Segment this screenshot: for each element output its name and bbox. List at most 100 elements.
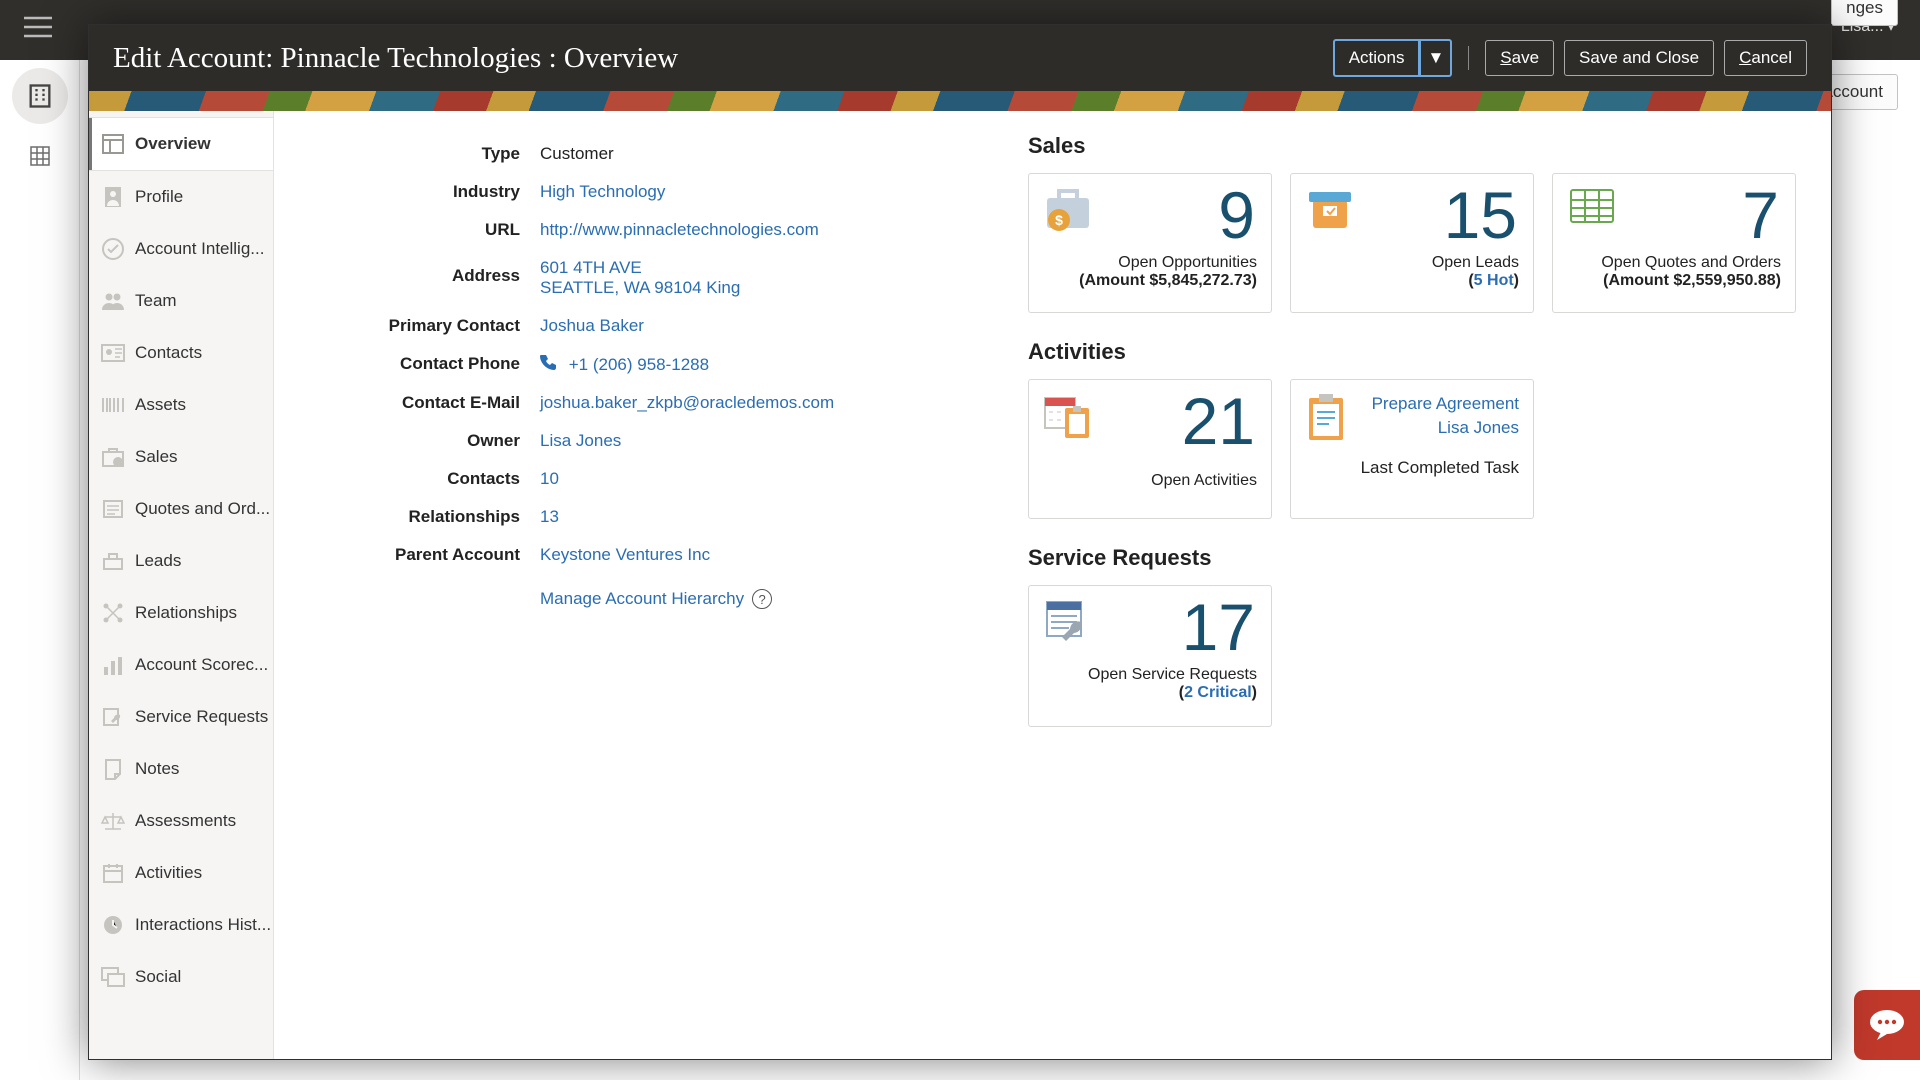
label-url: URL <box>280 220 540 240</box>
label-primary-contact: Primary Contact <box>280 316 540 336</box>
document-wrench-icon <box>1043 598 1093 646</box>
save-button[interactable]: Save <box>1485 40 1554 76</box>
bar-chart-icon <box>101 653 125 677</box>
modal-header: Edit Account: Pinnacle Technologies : Ov… <box>89 25 1831 91</box>
section-title-sales: Sales <box>1028 133 1803 159</box>
label-industry: Industry <box>280 182 540 202</box>
sidebar-item-quotes-orders[interactable]: Quotes and Ord... <box>89 483 273 535</box>
value-parent-account[interactable]: Keystone Ventures Inc <box>540 545 710 565</box>
card-open-leads[interactable]: 15 Open Leads (5 Hot) <box>1290 173 1534 313</box>
actions-caret[interactable]: ▼ <box>1419 39 1452 77</box>
actions-button[interactable]: Actions <box>1333 39 1421 77</box>
sidebar-item-label: Leads <box>135 551 181 571</box>
open-opps-caption: Open Opportunities <box>1043 254 1257 272</box>
label-contact-phone: Contact Phone <box>280 354 540 374</box>
contacts-icon <box>101 341 125 365</box>
sidebar-item-label: Overview <box>135 134 211 154</box>
open-opps-amount: (Amount $5,845,272.73) <box>1043 272 1257 290</box>
manage-hierarchy-link[interactable]: Manage Account Hierarchy <box>540 589 744 609</box>
sidebar-item-notes[interactable]: Notes <box>89 743 273 795</box>
label-relationships: Relationships <box>280 507 540 527</box>
hamburger-icon[interactable] <box>24 16 52 38</box>
sidebar-item-account-intelligence[interactable]: Account Intellig... <box>89 223 273 275</box>
sidebar-item-social[interactable]: Social <box>89 951 273 1003</box>
sidebar-item-relationships[interactable]: Relationships <box>89 587 273 639</box>
value-relationships[interactable]: 13 <box>540 507 559 527</box>
sidebar-item-label: Activities <box>135 863 202 883</box>
sidebar-item-label: Relationships <box>135 603 237 623</box>
chat-icon <box>101 965 125 989</box>
open-leads-hot: (5 Hot) <box>1305 272 1519 290</box>
cancel-button[interactable]: Cancel <box>1724 40 1807 76</box>
network-icon <box>101 601 125 625</box>
value-address[interactable]: 601 4TH AVE SEATTLE, WA 98104 King <box>540 258 740 298</box>
team-icon <box>101 289 125 313</box>
sidebar-item-team[interactable]: Team <box>89 275 273 327</box>
value-primary-contact[interactable]: Joshua Baker <box>540 316 644 336</box>
save-and-close-button[interactable]: Save and Close <box>1564 40 1714 76</box>
account-details: Type Customer Industry High Technology U… <box>280 129 980 1041</box>
document-lines-icon <box>101 497 125 521</box>
open-sr-critical: (2 Critical) <box>1043 684 1257 702</box>
address-line2: SEATTLE, WA 98104 King <box>540 278 740 298</box>
sidebar-item-service-requests[interactable]: Service Requests <box>89 691 273 743</box>
calendar-icon <box>101 861 125 885</box>
card-open-activities[interactable]: 21 Open Activities <box>1028 379 1272 519</box>
sidebar-item-label: Social <box>135 967 181 987</box>
card-open-quotes[interactable]: 7 Open Quotes and Orders (Amount $2,559,… <box>1552 173 1796 313</box>
last-task-label: Last Completed Task <box>1305 458 1519 478</box>
scales-icon <box>101 809 125 833</box>
sidebar-item-label: Service Requests <box>135 707 268 727</box>
value-industry[interactable]: High Technology <box>540 182 665 202</box>
calendar-clipboard-icon <box>1043 392 1093 440</box>
card-open-opportunities[interactable]: $ 9 Open Opportunities (Amount $5,845,27… <box>1028 173 1272 313</box>
open-activities-caption: Open Activities <box>1043 472 1257 490</box>
card-open-sr[interactable]: 17 Open Service Requests (2 Critical) <box>1028 585 1272 727</box>
sidebar-item-label: Assets <box>135 395 186 415</box>
sidebar-item-label: Quotes and Ord... <box>135 499 270 519</box>
sidebar-item-assets[interactable]: Assets <box>89 379 273 431</box>
chat-fab-icon[interactable] <box>1854 990 1920 1060</box>
overview-icon <box>101 132 125 156</box>
help-icon[interactable]: ? <box>752 589 772 609</box>
sidebar-item-contacts[interactable]: Contacts <box>89 327 273 379</box>
value-contact-phone[interactable]: +1 (206) 958-1288 <box>569 355 709 374</box>
barcode-icon <box>101 393 125 417</box>
sidebar-item-label: Account Scorec... <box>135 655 268 675</box>
sidebar-item-assessments[interactable]: Assessments <box>89 795 273 847</box>
phone-icon[interactable] <box>540 355 561 374</box>
label-parent-account: Parent Account <box>280 545 540 565</box>
sidebar-item-interactions-history[interactable]: Interactions Hist... <box>89 899 273 951</box>
sidebar-item-account-scorecard[interactable]: Account Scorec... <box>89 639 273 691</box>
sidebar-item-profile[interactable]: Profile <box>89 171 273 223</box>
bg-nges-button[interactable]: nges <box>1831 0 1898 26</box>
sidebar-item-label: Sales <box>135 447 178 467</box>
value-url[interactable]: http://www.pinnacletechnologies.com <box>540 220 819 240</box>
card-last-completed-task[interactable]: Prepare Agreement Lisa Jones Last Comple… <box>1290 379 1534 519</box>
value-contact-email[interactable]: joshua.baker_zkpb@oracledemos.com <box>540 393 834 413</box>
label-contact-email: Contact E-Mail <box>280 393 540 413</box>
wrench-doc-icon <box>101 705 125 729</box>
sidebar-item-label: Account Intellig... <box>135 239 264 259</box>
sidebar-item-leads[interactable]: Leads <box>89 535 273 587</box>
sidebar-item-label: Profile <box>135 187 183 207</box>
clock-icon <box>101 913 125 937</box>
building-icon[interactable] <box>12 68 68 124</box>
box-icon <box>1305 186 1355 234</box>
svg-text:$: $ <box>1055 212 1063 228</box>
inbox-icon <box>101 549 125 573</box>
grid-icon[interactable] <box>22 138 58 174</box>
open-leads-caption: Open Leads <box>1305 254 1519 272</box>
value-owner[interactable]: Lisa Jones <box>540 431 621 451</box>
edit-account-modal: Edit Account: Pinnacle Technologies : Ov… <box>88 24 1832 1060</box>
sidebar-item-activities[interactable]: Activities <box>89 847 273 899</box>
open-quotes-caption: Open Quotes and Orders <box>1567 254 1781 272</box>
label-contacts: Contacts <box>280 469 540 489</box>
sidebar-item-overview[interactable]: Overview <box>89 117 274 171</box>
value-contacts[interactable]: 10 <box>540 469 559 489</box>
address-line1: 601 4TH AVE <box>540 258 740 278</box>
open-quotes-amount: (Amount $2,559,950.88) <box>1567 272 1781 290</box>
value-type: Customer <box>540 144 614 164</box>
sidebar-item-sales[interactable]: Sales <box>89 431 273 483</box>
section-title-service: Service Requests <box>1028 545 1803 571</box>
